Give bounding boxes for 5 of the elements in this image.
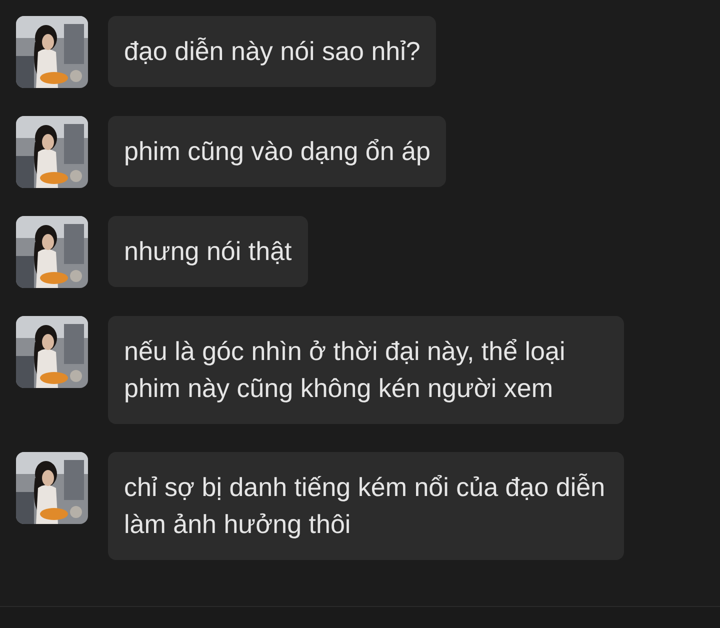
message-bubble: chỉ sợ bị danh tiếng kém nổi của đạo diễn làm ảnh hưởng thôi — [108, 452, 624, 560]
message-bubble: đạo diễn này nói sao nhỉ? — [108, 16, 436, 87]
message-bubble: nhưng nói thật — [108, 216, 308, 287]
message-bubble: phim cũng vào dạng ổn áp — [108, 116, 446, 187]
message-bubble: nếu là góc nhìn ở thời đại này, thể loại phim này cũng không kén người xem — [108, 316, 624, 424]
